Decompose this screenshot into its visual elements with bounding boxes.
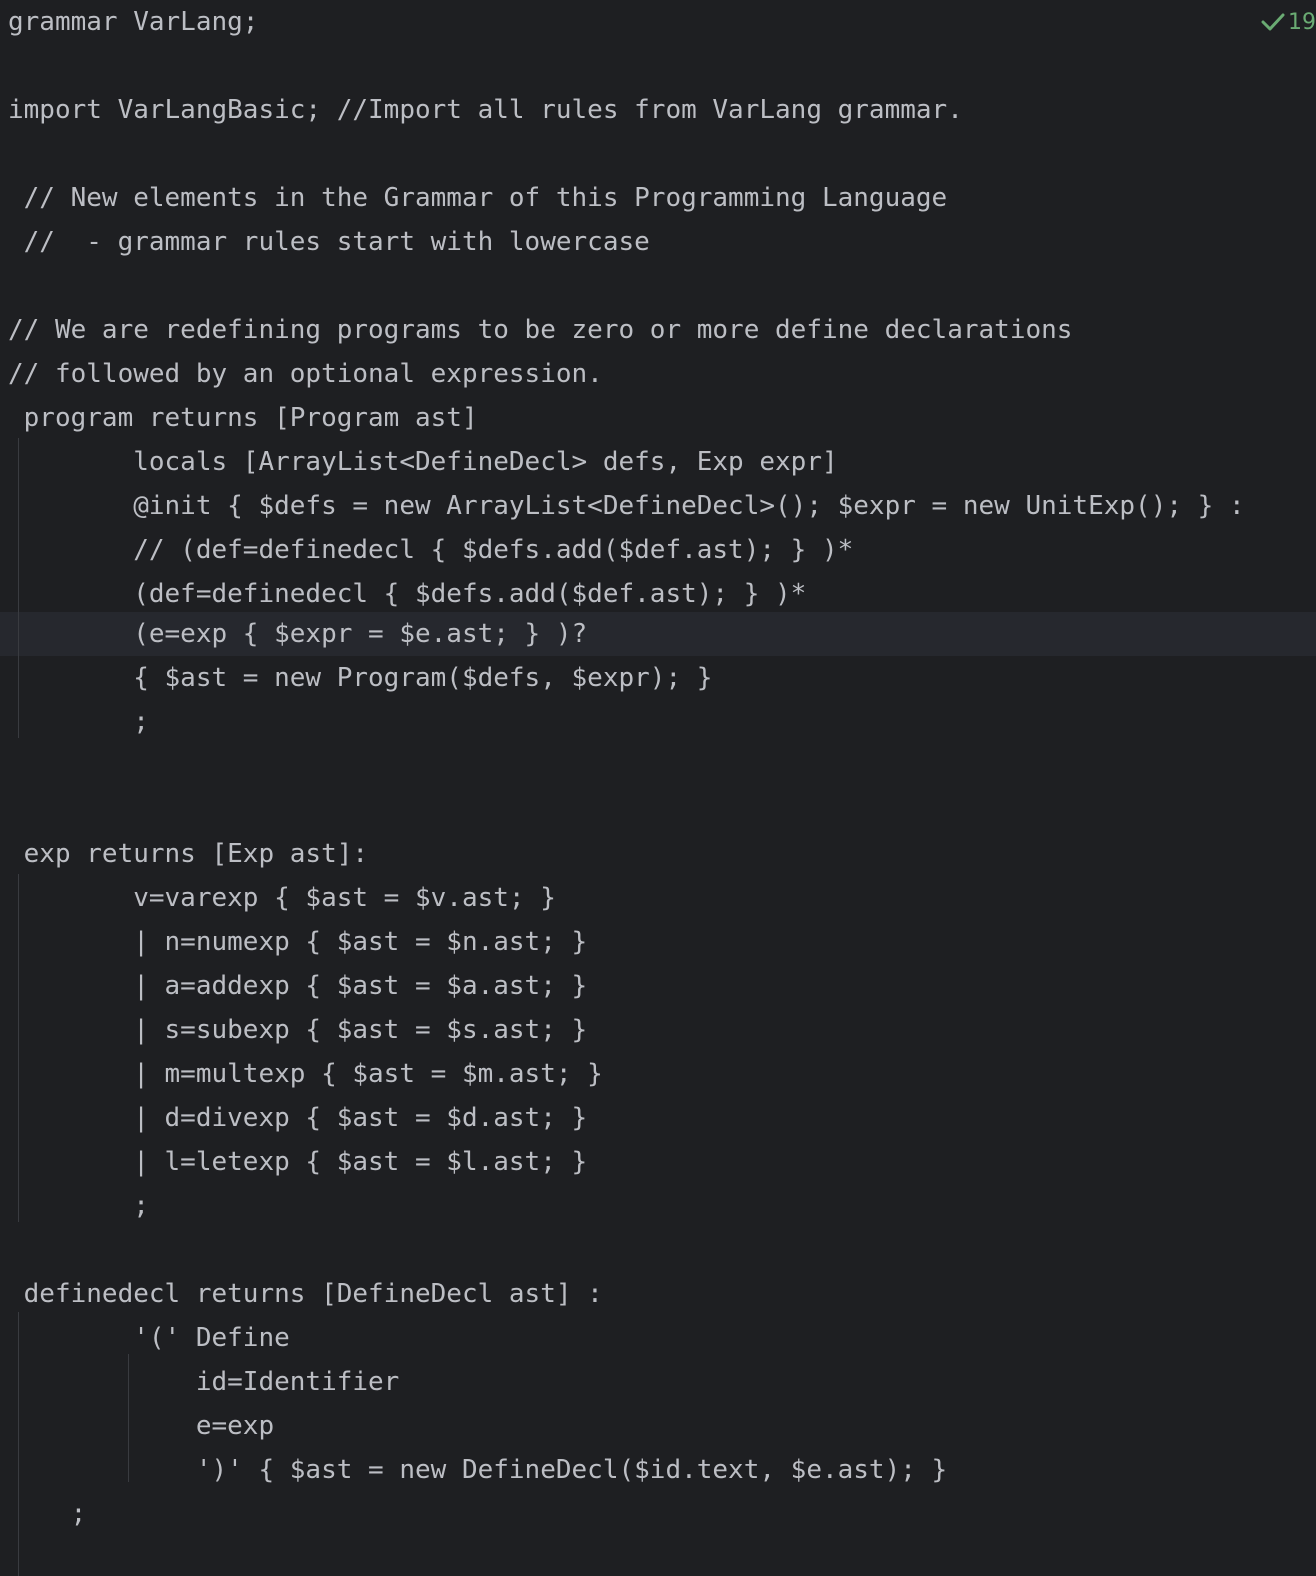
code-text: | d=divexp { $ast = $d.ast; } xyxy=(8,1103,588,1133)
code-text: program returns [Program ast] xyxy=(8,403,478,433)
inspection-count: 19 xyxy=(1288,9,1316,35)
code-line[interactable]: grammar VarLang; xyxy=(0,0,1316,44)
code-text: // (def=definedecl { $defs.add($def.ast)… xyxy=(8,535,854,565)
code-text: v=varexp { $ast = $v.ast; } xyxy=(8,883,556,913)
code-text: exp returns [Exp ast]: xyxy=(8,839,369,869)
code-line[interactable]: // followed by an optional expression. xyxy=(0,352,1316,396)
code-line[interactable]: program returns [Program ast] xyxy=(0,396,1316,440)
code-line[interactable] xyxy=(0,744,1316,788)
code-text: definedecl returns [DefineDecl ast] : xyxy=(8,1279,603,1309)
code-line[interactable] xyxy=(0,264,1316,308)
code-text: (e=exp { $expr = $e.ast; } )? xyxy=(8,619,588,649)
code-text: | s=subexp { $ast = $s.ast; } xyxy=(8,1015,588,1045)
indent-guide xyxy=(18,438,19,738)
indent-guide xyxy=(18,1312,19,1576)
code-line[interactable]: id=Identifier xyxy=(0,1360,1316,1404)
code-line[interactable]: { $ast = new Program($defs, $expr); } xyxy=(0,656,1316,700)
indent-guide xyxy=(18,874,19,1222)
code-line[interactable]: exp returns [Exp ast]: xyxy=(0,832,1316,876)
code-text: // We are redefining programs to be zero… xyxy=(8,315,1073,345)
code-text: // followed by an optional expression. xyxy=(8,359,603,389)
code-line[interactable] xyxy=(0,788,1316,832)
code-text: ; xyxy=(8,1191,149,1221)
code-text: // New elements in the Grammar of this P… xyxy=(8,183,948,213)
code-text: ; xyxy=(8,1499,87,1529)
code-line[interactable]: ; xyxy=(0,1184,1316,1228)
code-line[interactable] xyxy=(0,44,1316,88)
code-text: | n=numexp { $ast = $n.ast; } xyxy=(8,927,588,957)
check-icon xyxy=(1260,9,1286,35)
code-line[interactable]: e=exp xyxy=(0,1404,1316,1448)
code-editor[interactable]: grammar VarLang; import VarLangBasic; //… xyxy=(0,0,1316,1576)
indent-guide xyxy=(128,1354,129,1482)
code-text: import VarLangBasic; //Import all rules … xyxy=(8,95,963,125)
code-line[interactable]: // We are redefining programs to be zero… xyxy=(0,308,1316,352)
inspection-status[interactable]: 19 xyxy=(1260,4,1316,40)
code-text: '(' Define xyxy=(8,1323,290,1353)
code-text: ')' { $ast = new DefineDecl($id.text, $e… xyxy=(8,1455,948,1485)
code-text: | a=addexp { $ast = $a.ast; } xyxy=(8,971,588,1001)
code-line[interactable]: '(' Define xyxy=(0,1316,1316,1360)
code-line[interactable]: definedecl returns [DefineDecl ast] : xyxy=(0,1272,1316,1316)
code-line-current[interactable]: (e=exp { $expr = $e.ast; } )? xyxy=(0,612,1316,656)
code-line[interactable]: | n=numexp { $ast = $n.ast; } xyxy=(0,920,1316,964)
code-text: @init { $defs = new ArrayList<DefineDecl… xyxy=(8,491,1245,521)
code-line[interactable]: ; xyxy=(0,700,1316,744)
code-line[interactable]: // (def=definedecl { $defs.add($def.ast)… xyxy=(0,528,1316,572)
code-text: id=Identifier xyxy=(8,1367,400,1397)
code-line[interactable]: | a=addexp { $ast = $a.ast; } xyxy=(0,964,1316,1008)
code-text: (def=definedecl { $defs.add($def.ast); }… xyxy=(8,579,807,609)
code-text: { $ast = new Program($defs, $expr); } xyxy=(8,663,713,693)
code-line[interactable]: v=varexp { $ast = $v.ast; } xyxy=(0,876,1316,920)
code-line[interactable]: // New elements in the Grammar of this P… xyxy=(0,176,1316,220)
code-line[interactable]: import VarLangBasic; //Import all rules … xyxy=(0,88,1316,132)
code-text: grammar VarLang; xyxy=(8,7,259,37)
code-text: ; xyxy=(8,707,149,737)
code-line[interactable]: ')' { $ast = new DefineDecl($id.text, $e… xyxy=(0,1448,1316,1492)
code-line[interactable]: | m=multexp { $ast = $m.ast; } xyxy=(0,1052,1316,1096)
code-text: | m=multexp { $ast = $m.ast; } xyxy=(8,1059,603,1089)
code-line[interactable]: locals [ArrayList<DefineDecl> defs, Exp … xyxy=(0,440,1316,484)
code-line[interactable] xyxy=(0,132,1316,176)
code-text: // - grammar rules start with lowercase xyxy=(8,227,650,257)
code-line[interactable]: (def=definedecl { $defs.add($def.ast); }… xyxy=(0,572,1316,616)
code-text: locals [ArrayList<DefineDecl> defs, Exp … xyxy=(8,447,838,477)
code-line[interactable]: | l=letexp { $ast = $l.ast; } xyxy=(0,1140,1316,1184)
code-line[interactable]: | s=subexp { $ast = $s.ast; } xyxy=(0,1008,1316,1052)
code-line[interactable] xyxy=(0,1228,1316,1272)
code-line[interactable]: ; xyxy=(0,1492,1316,1536)
code-line[interactable]: // - grammar rules start with lowercase xyxy=(0,220,1316,264)
code-line[interactable]: @init { $defs = new ArrayList<DefineDecl… xyxy=(0,484,1316,528)
code-line[interactable]: | d=divexp { $ast = $d.ast; } xyxy=(0,1096,1316,1140)
code-text: e=exp xyxy=(8,1411,275,1441)
code-text: | l=letexp { $ast = $l.ast; } xyxy=(8,1147,588,1177)
